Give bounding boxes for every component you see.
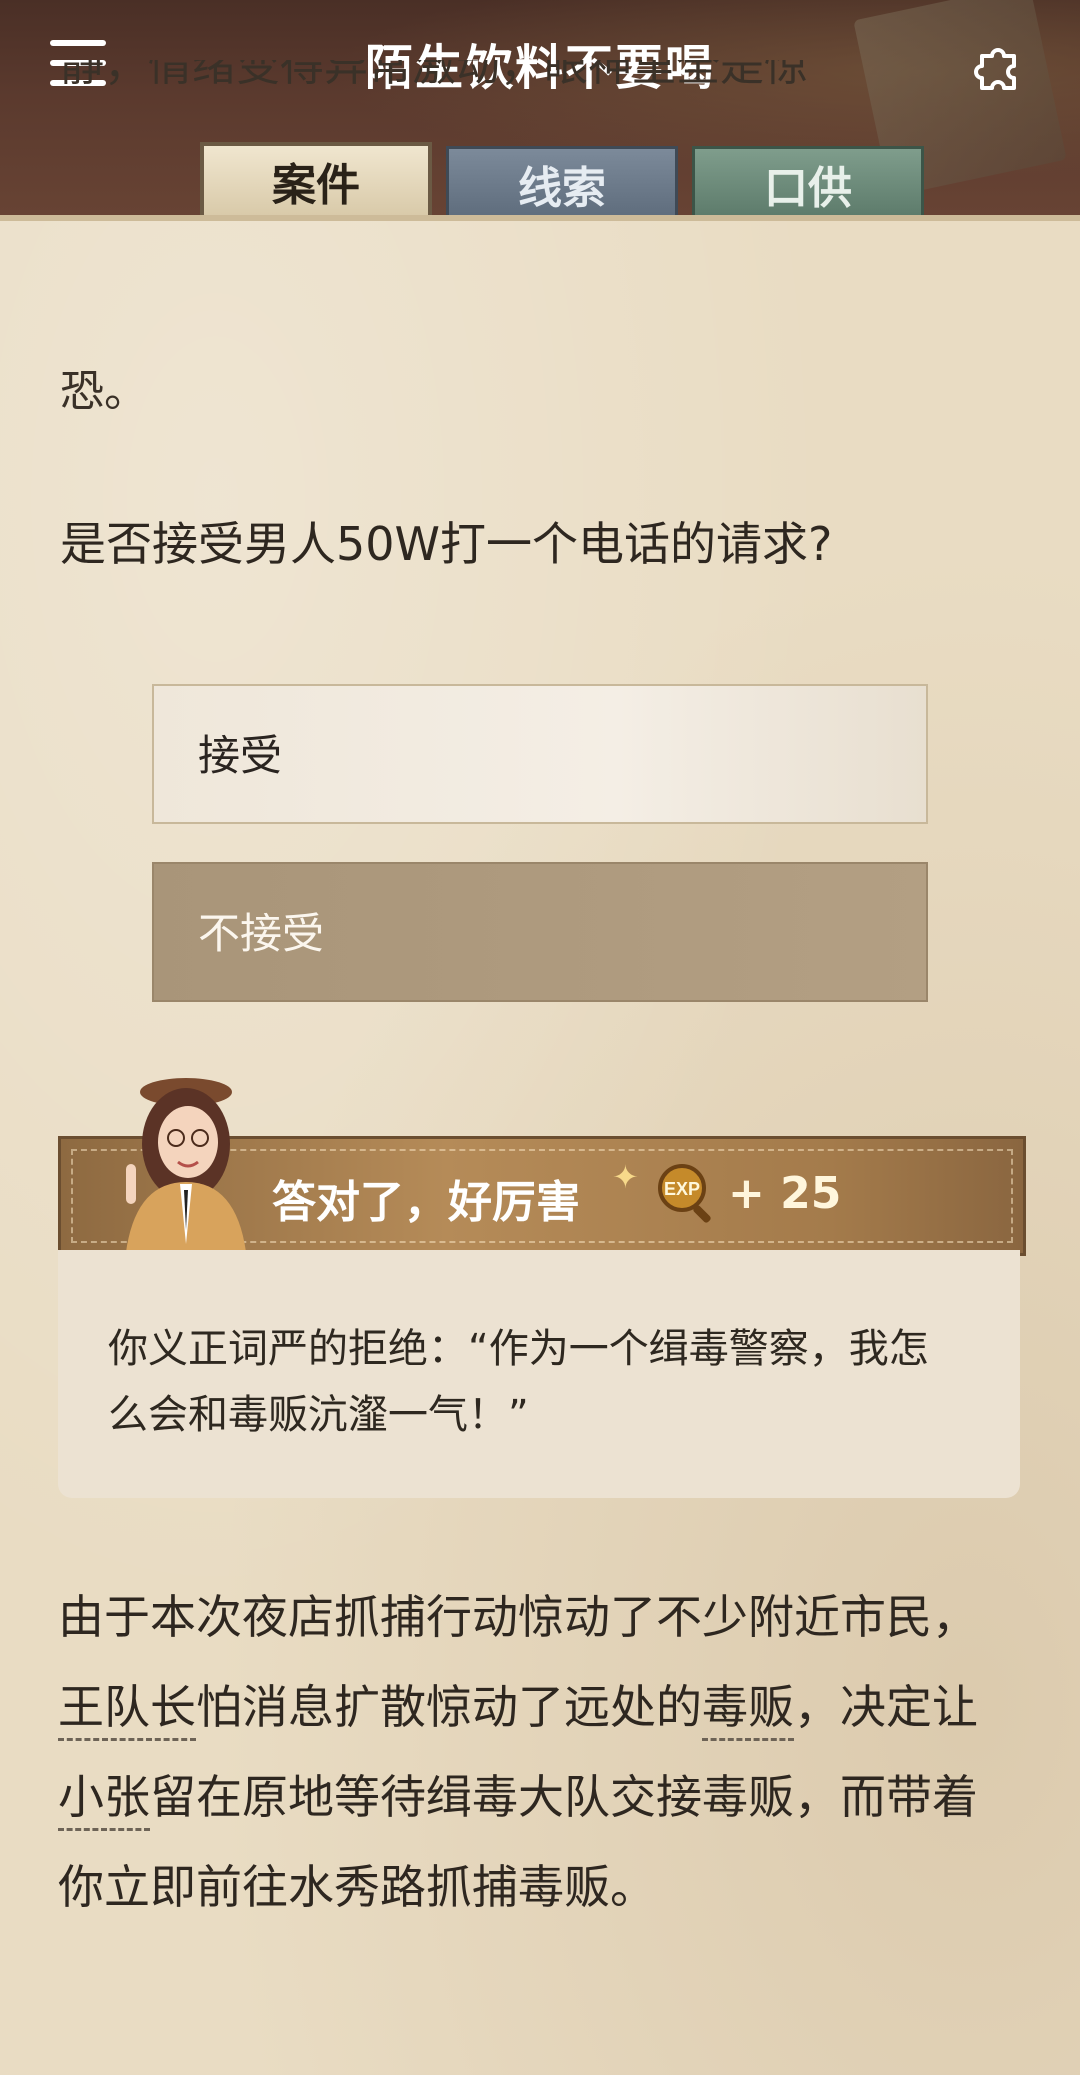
tab-clues[interactable]: 线索 bbox=[446, 146, 678, 226]
keyword-drug-dealer[interactable]: 毒贩 bbox=[702, 1680, 794, 1741]
sparkle-icon: ✦ bbox=[612, 1158, 639, 1196]
question-text: 是否接受男人50W打一个电话的请求? bbox=[60, 517, 833, 571]
keyword-captain-wang[interactable]: 王队长 bbox=[58, 1680, 196, 1741]
story-continuation: 由于本次夜店抓捕行动惊动了不少附近市民，王队长怕消息扩散惊动了远处的毒贩，决定让… bbox=[58, 1590, 978, 1914]
story-line-clipped: 静，情绪变得异常激动，眼神里全是惊 bbox=[60, 60, 808, 91]
keyword-xiao-zhang[interactable]: 小张 bbox=[58, 1770, 150, 1831]
result-text: 你义正词严的拒绝：“作为一个缉毒警察，我怎么会和毒贩沆瀣一气！” bbox=[108, 1326, 929, 1438]
tab-testimony[interactable]: 口供 bbox=[692, 146, 924, 226]
result-title: 答对了，好厉害 bbox=[272, 1177, 580, 1228]
exp-magnifier-icon: EXP bbox=[654, 1160, 718, 1224]
tab-case[interactable]: 案件 bbox=[200, 142, 432, 222]
detective-avatar bbox=[96, 1072, 276, 1252]
choice-accept-button[interactable]: 接受 bbox=[152, 684, 928, 824]
choice-reject-button[interactable]: 不接受 bbox=[152, 862, 928, 1002]
story-line: 恐。 bbox=[60, 366, 148, 417]
svg-text:EXP: EXP bbox=[664, 1179, 700, 1199]
exp-reward: + 25 bbox=[728, 1168, 842, 1219]
